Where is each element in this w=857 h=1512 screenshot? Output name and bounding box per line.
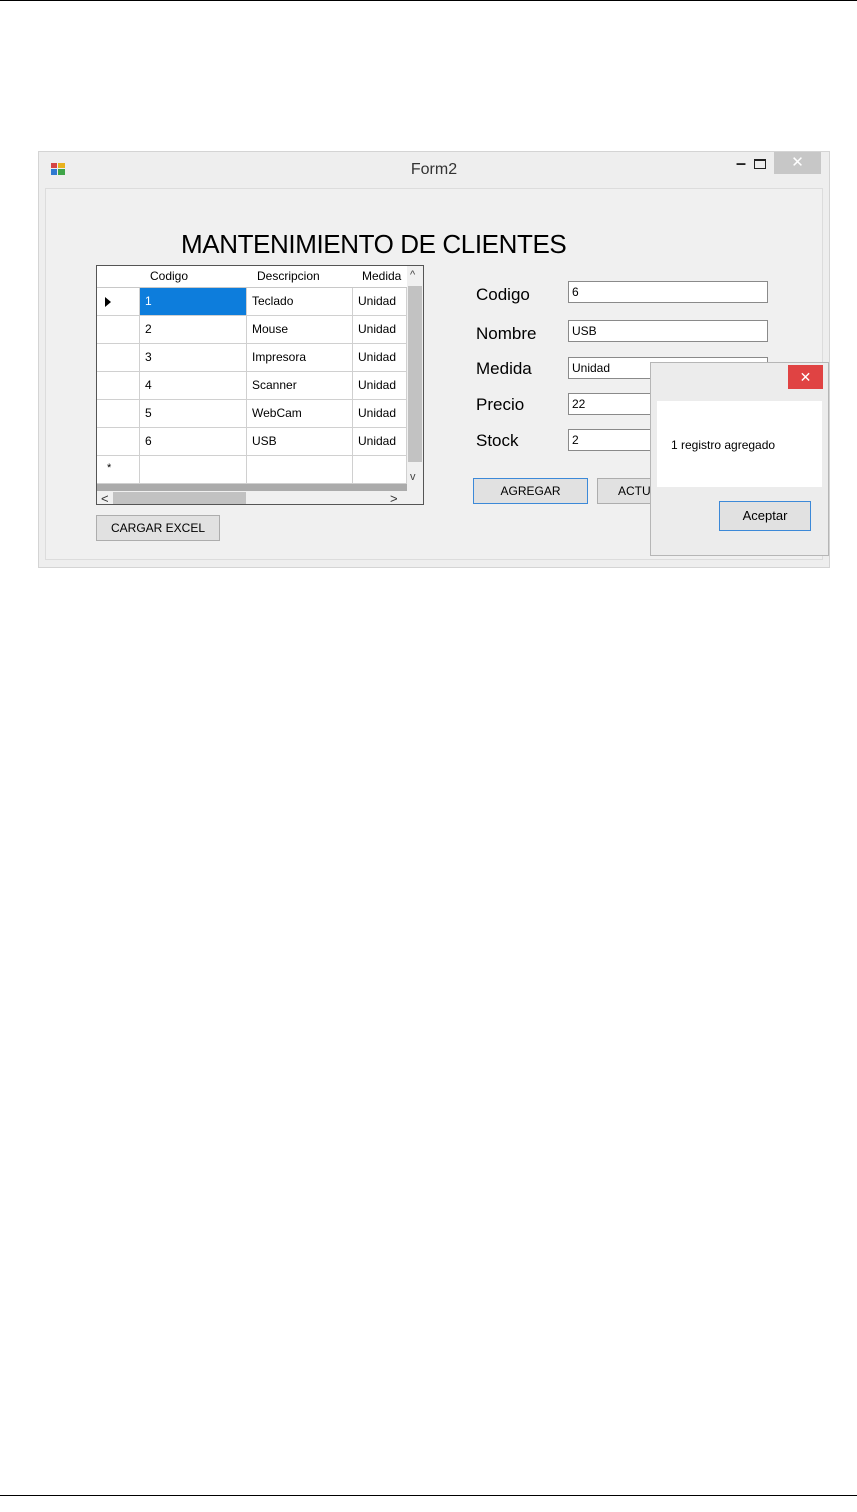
form2-window: Form2 – ✕ MANTENIMIENTO DE CLIENTES Codi…	[38, 151, 830, 568]
grid-vertical-scrollbar[interactable]: ^ v	[407, 266, 423, 491]
row-header[interactable]	[97, 316, 140, 343]
cell-codigo[interactable]: 1	[140, 288, 247, 315]
form-heading: MANTENIMIENTO DE CLIENTES	[181, 229, 567, 259]
row-header[interactable]	[97, 400, 140, 427]
page-bottom-rule	[0, 1495, 857, 1496]
row-header[interactable]	[97, 372, 140, 399]
new-table-row[interactable]: *	[97, 456, 407, 484]
cell-medida[interactable]: Unidad	[353, 288, 407, 315]
scroll-up-icon[interactable]: ^	[410, 269, 415, 281]
cell-medida[interactable]: Unidad	[353, 428, 407, 455]
maximize-button[interactable]	[754, 159, 766, 169]
label-stock: Stock	[476, 431, 519, 450]
cell-medida[interactable]: Unidad	[353, 372, 407, 399]
cell-codigo[interactable]: 5	[140, 400, 247, 427]
column-header-descripcion[interactable]: Descripcion	[257, 269, 320, 283]
cell-codigo[interactable]: 4	[140, 372, 247, 399]
label-nombre: Nombre	[476, 324, 537, 343]
cell-descripcion[interactable]	[247, 456, 353, 483]
vertical-scroll-thumb[interactable]	[408, 286, 422, 462]
table-row[interactable]: 5 WebCam Unidad	[97, 400, 407, 428]
cell-codigo[interactable]: 3	[140, 344, 247, 371]
table-row[interactable]: 1 Teclado Unidad	[97, 288, 407, 316]
aceptar-button[interactable]: Aceptar	[719, 501, 811, 531]
row-header[interactable]	[97, 344, 140, 371]
grid-horizontal-scrollbar[interactable]: < >	[97, 491, 423, 504]
message-close-button[interactable]: ✕	[788, 365, 823, 389]
message-text: 1 registro agregado	[671, 438, 776, 452]
column-header-codigo[interactable]: Codigo	[150, 269, 188, 283]
cell-medida[interactable]: Unidad	[353, 400, 407, 427]
grid-header: Codigo Descripcion Medida	[97, 266, 407, 288]
cell-codigo[interactable]	[140, 456, 247, 483]
close-button[interactable]: ✕	[774, 152, 821, 174]
horizontal-scroll-thumb[interactable]	[113, 492, 246, 504]
column-header-medida[interactable]: Medida	[362, 269, 401, 283]
nombre-field[interactable]: USB	[568, 320, 768, 342]
row-header[interactable]: *	[97, 456, 140, 483]
cell-descripcion[interactable]: USB	[247, 428, 353, 455]
cargar-excel-button[interactable]: CARGAR EXCEL	[96, 515, 220, 541]
cell-medida[interactable]: Unidad	[353, 316, 407, 343]
cell-medida[interactable]	[353, 456, 407, 483]
cell-descripcion[interactable]: Scanner	[247, 372, 353, 399]
row-header[interactable]	[97, 288, 140, 315]
page-top-rule	[0, 0, 857, 1]
message-body: 1 registro agregado	[657, 401, 822, 487]
title-bar[interactable]: Form2 – ✕	[39, 152, 829, 188]
cell-descripcion[interactable]: Mouse	[247, 316, 353, 343]
window-title: Form2	[410, 161, 458, 178]
message-box: ✕ 1 registro agregado Aceptar	[650, 362, 829, 556]
table-row[interactable]: 6 USB Unidad	[97, 428, 407, 456]
cell-medida[interactable]: Unidad	[353, 344, 407, 371]
table-row[interactable]: 3 Impresora Unidad	[97, 344, 407, 372]
cell-descripcion[interactable]: Teclado	[247, 288, 353, 315]
label-precio: Precio	[476, 395, 525, 414]
row-header[interactable]	[97, 428, 140, 455]
label-medida: Medida	[476, 359, 532, 378]
agregar-button[interactable]: AGREGAR	[473, 478, 588, 504]
cell-codigo[interactable]: 6	[140, 428, 247, 455]
new-row-star-icon: *	[107, 462, 112, 474]
scroll-right-icon[interactable]: >	[390, 491, 398, 504]
cell-descripcion[interactable]: WebCam	[247, 400, 353, 427]
scroll-left-icon[interactable]: <	[101, 491, 109, 504]
current-row-arrow-icon	[105, 297, 111, 307]
cell-descripcion[interactable]: Impresora	[247, 344, 353, 371]
cell-codigo[interactable]: 2	[140, 316, 247, 343]
table-row[interactable]: 4 Scanner Unidad	[97, 372, 407, 400]
scroll-down-icon[interactable]: v	[410, 471, 416, 483]
products-grid[interactable]: Codigo Descripcion Medida 1 Teclado Unid…	[96, 265, 424, 505]
codigo-field[interactable]: 6	[568, 281, 768, 303]
label-codigo: Codigo	[476, 285, 530, 304]
table-row[interactable]: 2 Mouse Unidad	[97, 316, 407, 344]
minimize-button[interactable]: –	[733, 154, 749, 172]
